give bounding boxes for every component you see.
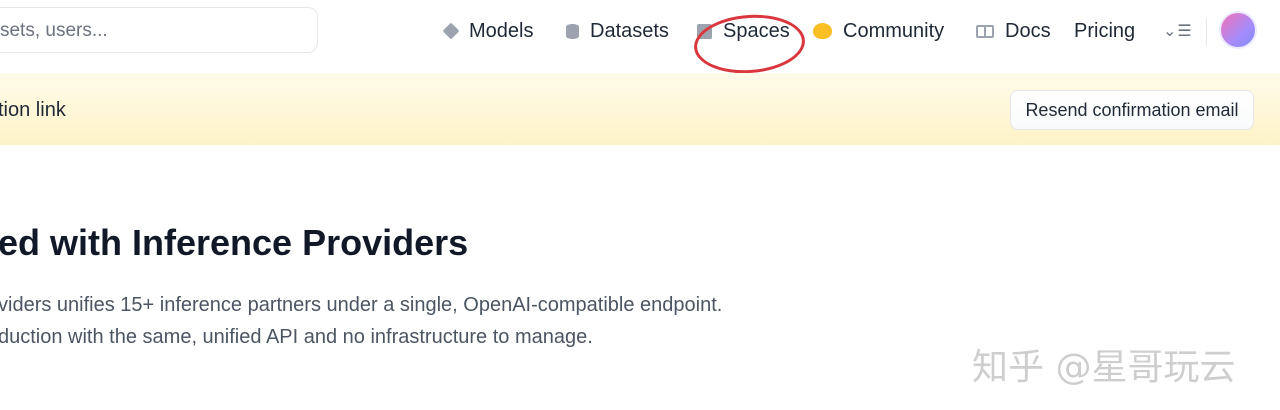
- confirmation-banner: tion link Resend confirmation email: [0, 73, 1280, 145]
- page-heading: ed with Inference Providers: [0, 222, 469, 263]
- resend-confirmation-button[interactable]: Resend confirmation email: [1010, 90, 1254, 130]
- nav-community[interactable]: Community: [813, 16, 944, 46]
- cube-icon: [442, 22, 460, 40]
- description-line-2: duction with the same, unified API and n…: [0, 326, 593, 348]
- nav-divider: [1206, 18, 1207, 46]
- description-line-1: viders unifies 15+ inference partners un…: [0, 294, 723, 316]
- nav-pricing-label: Pricing: [1074, 19, 1136, 42]
- banner-message: tion link: [0, 99, 66, 121]
- watermark-text: 知乎 @星哥玩云: [972, 347, 1236, 388]
- search-box[interactable]: [0, 7, 318, 53]
- hugging-face-icon: [813, 23, 832, 39]
- more-menu-icon[interactable]: ⌄☰: [1163, 21, 1193, 41]
- top-navigation-bar: Models Datasets Spaces Community Docs Pr…: [0, 0, 1280, 72]
- book-icon: [976, 24, 994, 38]
- nav-models[interactable]: Models: [442, 16, 534, 46]
- search-input[interactable]: [0, 18, 303, 44]
- user-avatar[interactable]: [1221, 13, 1255, 47]
- nav-docs-label: Docs: [1005, 19, 1051, 42]
- database-icon: [566, 23, 579, 39]
- nav-docs[interactable]: Docs: [976, 16, 1051, 46]
- nav-community-label: Community: [843, 19, 945, 42]
- nav-models-label: Models: [469, 19, 534, 42]
- nav-datasets-label: Datasets: [590, 19, 669, 42]
- nav-pricing[interactable]: Pricing: [1074, 16, 1135, 46]
- nav-datasets[interactable]: Datasets: [566, 16, 669, 46]
